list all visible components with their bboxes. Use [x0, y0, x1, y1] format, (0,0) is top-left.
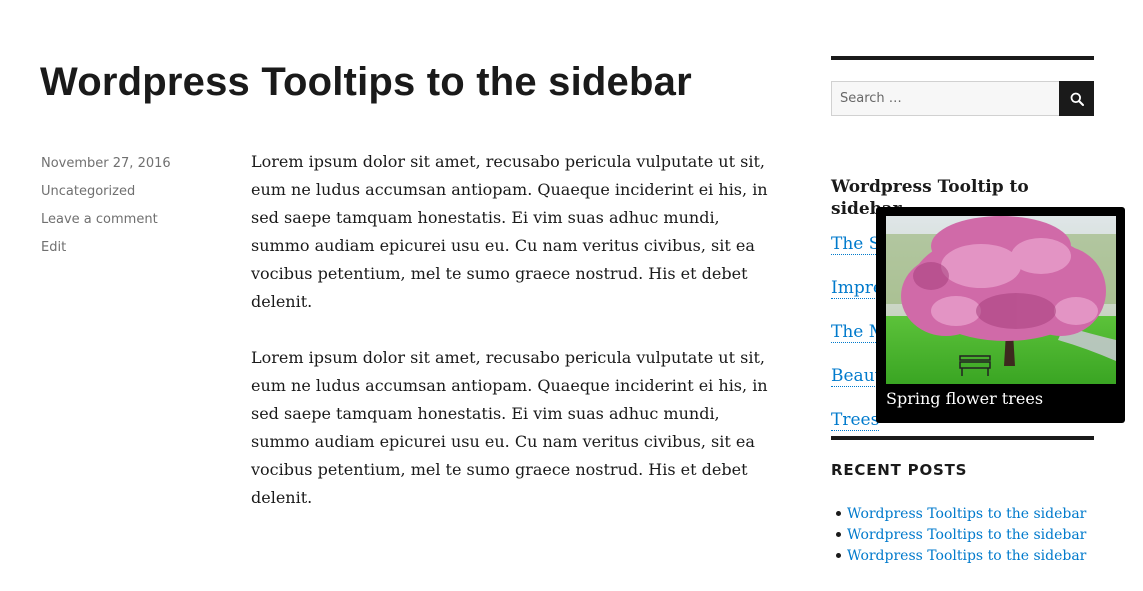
bullet-icon — [836, 532, 841, 537]
recent-post-link-1[interactable]: Wordpress Tooltips to the sidebar — [847, 506, 1086, 522]
paragraph-1: Lorem ipsum dolor sit amet, recusabo per… — [251, 152, 768, 311]
bullet-icon — [836, 511, 841, 516]
paragraph-2: Lorem ipsum dolor sit amet, recusabo per… — [251, 348, 768, 507]
leave-comment-link[interactable]: Leave a comment — [41, 206, 221, 234]
tooltip-popup: Spring flower trees — [876, 207, 1125, 423]
bullet-icon — [836, 553, 841, 558]
entry-content: Lorem ipsum dolor sit amet, recusabo per… — [251, 148, 781, 540]
search-icon — [1070, 92, 1084, 106]
widget-divider — [831, 436, 1094, 440]
edit-link[interactable]: Edit — [41, 234, 221, 262]
list-item: Wordpress Tooltips to the sidebar — [831, 524, 1086, 545]
list-item: Wordpress Tooltips to the sidebar — [831, 545, 1086, 566]
recent-post-link-3[interactable]: Wordpress Tooltips to the sidebar — [847, 548, 1086, 564]
widget-divider — [831, 56, 1094, 60]
tooltip-image — [886, 216, 1116, 384]
list-item: Wordpress Tooltips to the sidebar — [831, 503, 1086, 524]
category-link[interactable]: Uncategorized — [41, 178, 221, 206]
tooltip-link-4[interactable]: Beaut — [831, 366, 882, 387]
recent-posts-list: Wordpress Tooltips to the sidebar Wordpr… — [831, 503, 1086, 566]
search-button[interactable] — [1059, 81, 1094, 116]
recent-post-link-2[interactable]: Wordpress Tooltips to the sidebar — [847, 527, 1086, 543]
tooltip-caption: Spring flower trees — [886, 389, 1044, 408]
sidebar: Wordpress Tooltip to sidebar The S Impre… — [831, 56, 1094, 564]
post-date-link[interactable]: November 27, 2016 — [41, 150, 221, 178]
search-input[interactable] — [831, 81, 1059, 116]
search-form — [831, 81, 1094, 116]
entry-meta: November 27, 2016 Uncategorized Leave a … — [41, 150, 221, 262]
post-title: Wordpress Tooltips to the sidebar — [40, 60, 692, 104]
tooltip-link-1[interactable]: The S — [831, 234, 881, 255]
tooltip-link-5[interactable]: Trees — [831, 410, 880, 431]
recent-posts-heading: RECENT POSTS — [831, 461, 968, 479]
